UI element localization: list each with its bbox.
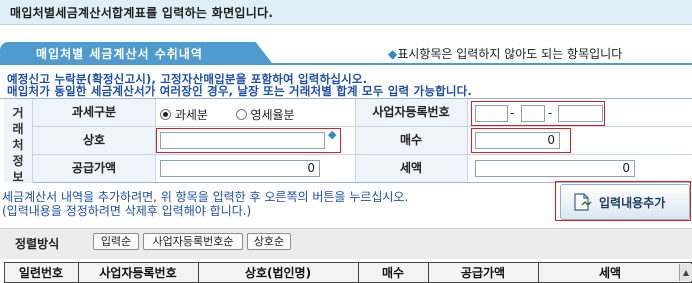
- section-tab-label: 매입처별 세금계산서 수취내역: [36, 47, 203, 61]
- warning-line-2: 매입처가 동일한 세금계산서가 여러장인 경우, 날장 또는 거래처별 합계 모…: [7, 84, 473, 98]
- col-header-tax: 세액: [598, 266, 622, 280]
- biz-no-part3[interactable]: [558, 105, 603, 122]
- section-tab: 매입처별 세금계산서 수취내역: [0, 42, 272, 63]
- page-title: 매입처별세금계산서합계표를 입력하는 화면입니다.: [10, 6, 274, 20]
- info-line-2: (입력내용을 정정하려면 삭제후 입력해야 합니다.): [2, 204, 252, 218]
- col-divider-1: [155, 99, 156, 182]
- tax-amount-input[interactable]: 0: [475, 160, 635, 177]
- add-entry-button-label: 입력내용추가: [599, 196, 666, 210]
- tab-underline: [0, 63, 692, 65]
- diamond-icon: ◆: [388, 47, 398, 61]
- biz-no-label: 사업자등록번호: [355, 99, 467, 126]
- document-add-icon: [574, 193, 592, 211]
- col-sep: [198, 262, 199, 283]
- col-header-name: 상호(법인명): [244, 266, 312, 280]
- col-divider-2: [355, 99, 356, 182]
- tax-type-radio-zero-rate[interactable]: [235, 109, 247, 120]
- tax-type-label: 과세구분: [33, 99, 155, 126]
- scroll-up-arrow-icon[interactable]: ▲: [679, 264, 692, 281]
- trade-info-side-label: 거 래 처 정 보: [4, 99, 33, 184]
- count-input[interactable]: 0: [475, 132, 560, 149]
- name-input[interactable]: [160, 132, 325, 149]
- supply-amount-input[interactable]: 0: [160, 160, 320, 177]
- col-sep: [358, 262, 359, 283]
- name-label: 상호: [33, 127, 155, 154]
- sort-by-biz-no-button[interactable]: 사업자등록번호순: [143, 233, 243, 250]
- col-header-biz-no: 사업자등록번호: [99, 266, 177, 280]
- optional-note-text: 표시항목은 입력하지 않아도 되는 항목입니다: [397, 47, 623, 61]
- supply-label: 공급가액: [33, 155, 155, 182]
- biz-no-part1[interactable]: [475, 105, 508, 122]
- tax-type-option-zero-rate: 영세율분: [250, 108, 295, 122]
- biz-no-sep-2: -: [548, 106, 553, 120]
- add-entry-button[interactable]: 입력내용추가: [560, 184, 690, 220]
- col-divider-3: [467, 99, 468, 182]
- optional-diamond-icon: ◆: [328, 128, 337, 141]
- sort-by-input-order-button[interactable]: 입력순: [93, 233, 139, 250]
- page-header: 매입처별세금계산서합계표를 입력하는 화면입니다.: [0, 0, 692, 25]
- col-sep: [428, 262, 429, 283]
- biz-no-sep-1: -: [510, 106, 515, 120]
- optional-note: ◆표시항목은 입력하지 않아도 되는 항목입니다: [388, 45, 622, 62]
- col-header-supply: 공급가액: [460, 266, 506, 280]
- sort-label: 정렬방식: [15, 237, 60, 251]
- biz-no-part2[interactable]: [521, 105, 545, 122]
- col-header-serial: 일련번호: [18, 266, 64, 280]
- sort-by-name-button[interactable]: 상호순: [247, 233, 291, 250]
- tax-type-option-taxable: 과세분: [174, 108, 208, 122]
- col-sep: [78, 262, 79, 283]
- tax-amount-label: 세액: [355, 155, 467, 182]
- count-label: 매수: [355, 127, 467, 154]
- col-sep: [538, 262, 539, 283]
- tax-type-group: 과세분 영세율분: [160, 106, 295, 123]
- tax-type-radio-taxable[interactable]: [160, 109, 171, 120]
- col-header-count: 매수: [381, 266, 405, 280]
